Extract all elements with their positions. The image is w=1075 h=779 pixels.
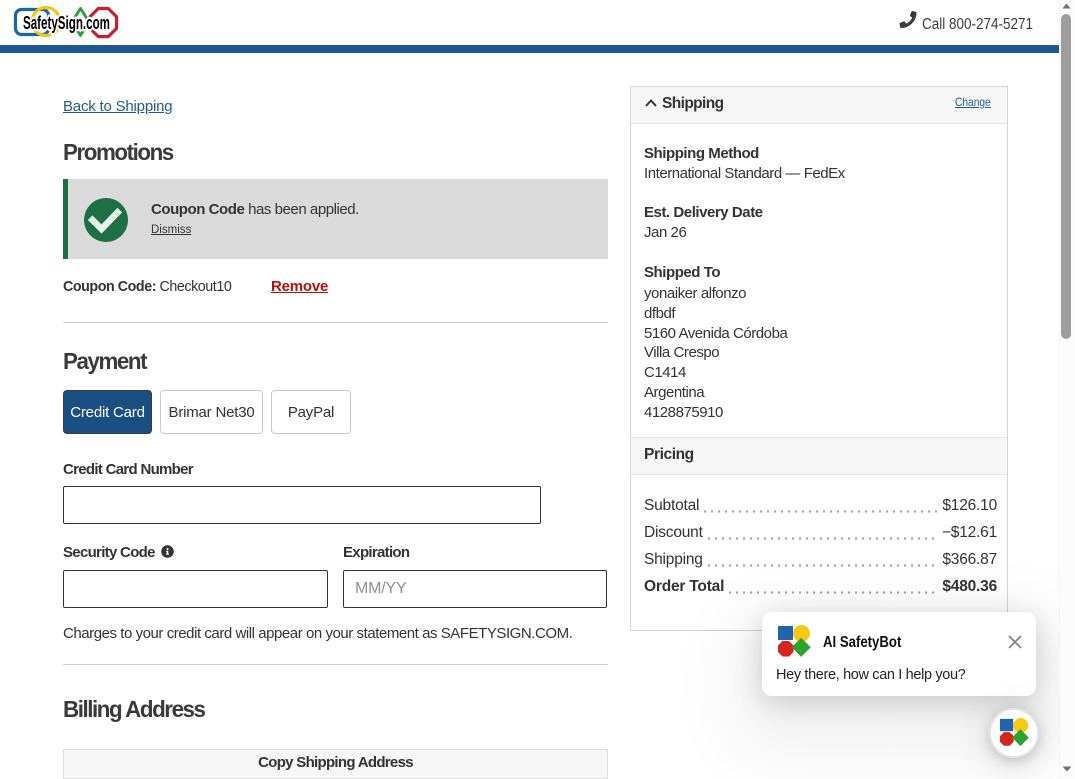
svg-text:SafetySign.com: SafetySign.com	[23, 13, 110, 33]
